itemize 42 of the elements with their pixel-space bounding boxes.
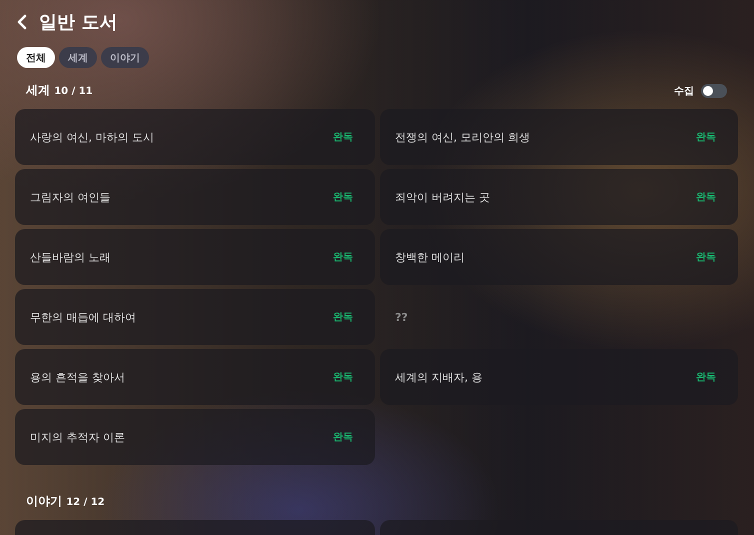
book-title: 산들바람의 노래 <box>30 250 110 264</box>
book-card[interactable]: 용의 흔적을 찾아서 완독 <box>15 349 375 405</box>
read-status: 완독 <box>333 131 353 144</box>
section-heading: 이야기 12 / 12 <box>26 493 105 510</box>
read-status: 완독 <box>333 431 353 444</box>
read-status: 완독 <box>333 311 353 324</box>
read-status: 완독 <box>333 251 353 264</box>
read-status: 완독 <box>696 251 716 264</box>
read-status: 완독 <box>696 191 716 204</box>
filter-chip[interactable]: 세계 <box>59 47 97 68</box>
filter-chip[interactable]: 이야기 <box>101 47 149 68</box>
book-card[interactable]: 세계의 지배자, 용 완독 <box>380 349 738 405</box>
book-title: 무한의 매듭에 대하여 <box>30 310 136 324</box>
book-title: 세계의 지배자, 용 <box>395 370 482 384</box>
section-heading: 세계 10 / 11 <box>26 82 93 99</box>
book-card[interactable]: 전쟁의 여신, 모리안의 희생 완독 <box>380 109 738 165</box>
back-icon <box>17 14 27 30</box>
book-card[interactable]: 사랑의 여신, 마하의 도시 완독 <box>15 109 375 165</box>
read-status: 완독 <box>696 371 716 384</box>
book-card[interactable]: 죄악이 버려지는 곳 완독 <box>380 169 738 225</box>
book-card[interactable]: 창백한 메이리 완독 <box>380 229 738 285</box>
toggle-label: 수집 <box>674 84 694 98</box>
book-title: 전쟁의 여신, 모리안의 희생 <box>395 130 530 144</box>
locked-book-item[interactable]: ?? <box>380 289 738 345</box>
page-title: 일반 도서 <box>39 11 118 34</box>
book-title: 그림자의 여인들 <box>30 190 110 204</box>
book-title: 용의 흔적을 찾아서 <box>30 370 125 384</box>
read-status: 완독 <box>333 371 353 384</box>
book-title: 미지의 추적자 이론 <box>30 430 125 444</box>
read-status: 완독 <box>333 191 353 204</box>
collect-toggle[interactable] <box>701 84 727 98</box>
back-button[interactable] <box>15 14 27 30</box>
book-title: 죄악이 버려지는 곳 <box>395 190 490 204</box>
book-card[interactable]: 미지의 추적자 이론 완독 <box>15 409 375 465</box>
book-card[interactable]: 산들바람의 노래 완독 <box>15 229 375 285</box>
book-title: 창백한 메이리 <box>395 250 464 264</box>
book-title: 사랑의 여신, 마하의 도시 <box>30 130 154 144</box>
book-card[interactable]: 그림자의 여인들 완독 <box>15 169 375 225</box>
book-card[interactable]: 무한의 매듭에 대하여 완독 <box>15 289 375 345</box>
filter-chip[interactable]: 전체 <box>17 47 55 68</box>
read-status: 완독 <box>696 131 716 144</box>
book-title: ?? <box>395 310 408 324</box>
